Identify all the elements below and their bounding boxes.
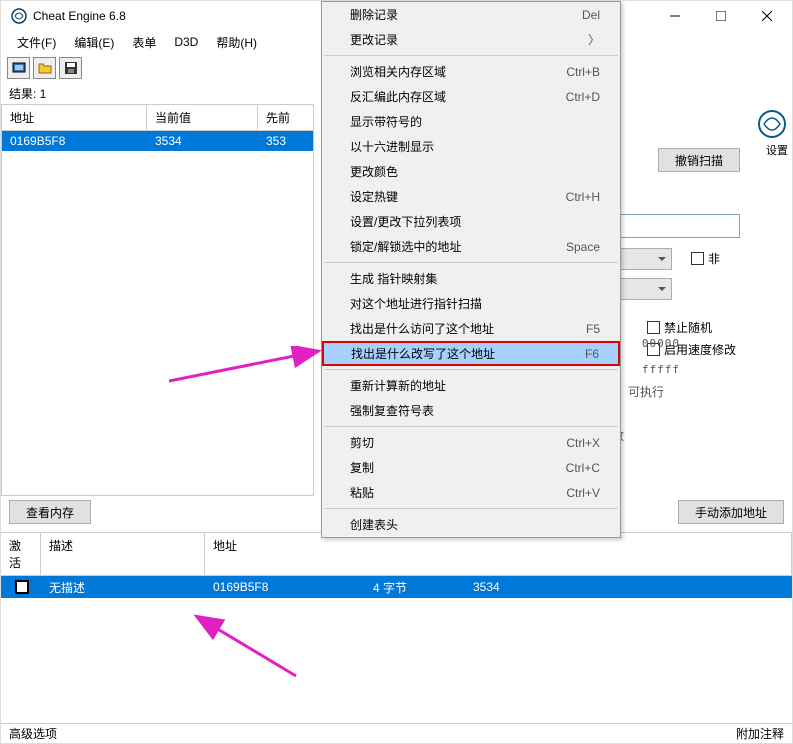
ctx-color[interactable]: 更改颜色 <box>322 159 620 184</box>
save-button[interactable] <box>59 57 82 79</box>
ctx-hotkey[interactable]: 设定热键Ctrl+H <box>322 184 620 209</box>
active-checkbox[interactable] <box>15 580 29 594</box>
value-input[interactable] <box>610 214 740 238</box>
advanced-options[interactable]: 高级选项 <box>9 725 57 742</box>
address-row[interactable]: 无描述 0169B5F8 4 字节 3534 <box>1 576 792 598</box>
ctx-lock[interactable]: 锁定/解锁选中的地址Space <box>322 234 620 259</box>
col-active[interactable]: 激活 <box>1 533 41 575</box>
ctx-change[interactable]: 更改记录 <box>322 27 620 52</box>
open-button[interactable] <box>33 57 56 79</box>
menu-d3d[interactable]: D3D <box>166 33 206 51</box>
not-checkbox[interactable]: 非 <box>691 250 720 267</box>
add-address-button[interactable]: 手动添加地址 <box>678 500 784 524</box>
address-list-header: 激活 描述 地址 <box>1 532 792 576</box>
col-value[interactable]: 当前值 <box>147 105 258 130</box>
undo-scan-button[interactable]: 撤销扫描 <box>658 148 740 172</box>
addr-cell: 0169B5F8 <box>205 580 365 594</box>
menu-table[interactable]: 表单 <box>124 32 164 53</box>
app-title: Cheat Engine 6.8 <box>33 9 126 23</box>
results-body[interactable]: 0169B5F8 3534 353 <box>1 131 314 496</box>
ctx-disasm[interactable]: 反汇编此内存区域Ctrl+D <box>322 84 620 109</box>
ctx-pointermap[interactable]: 生成 指针映射集 <box>322 266 620 291</box>
ctx-symbols[interactable]: 强制复查符号表 <box>322 398 620 423</box>
context-menu: 删除记录Del 更改记录 浏览相关内存区域Ctrl+B 反汇编此内存区域Ctrl… <box>321 1 621 538</box>
maximize-button[interactable] <box>698 1 744 31</box>
select-process-button[interactable] <box>7 57 30 79</box>
ctx-write[interactable]: 找出是什么改写了这个地址F6 <box>322 341 620 366</box>
settings-icon[interactable] <box>756 108 788 140</box>
cell-previous: 353 <box>258 131 313 151</box>
menu-edit[interactable]: 编辑(E) <box>66 32 122 53</box>
close-button[interactable] <box>744 1 790 31</box>
ctx-header[interactable]: 创建表头 <box>322 512 620 537</box>
range-from: 00000 <box>642 337 680 350</box>
settings-label[interactable]: 设置 <box>766 142 788 158</box>
ctx-dropdown[interactable]: 设置/更改下拉列表项 <box>322 209 620 234</box>
results-header: 地址 当前值 先前 <box>1 104 314 131</box>
col-previous[interactable]: 先前 <box>258 105 314 130</box>
attach-notes[interactable]: 附加注释 <box>736 725 784 742</box>
ctx-paste[interactable]: 粘贴Ctrl+V <box>322 480 620 505</box>
statusbar: 高级选项 附加注释 <box>1 723 792 743</box>
desc-cell: 无描述 <box>41 579 205 596</box>
app-icon <box>11 8 27 24</box>
address-list[interactable]: 无描述 0169B5F8 4 字节 3534 <box>1 576 792 734</box>
cell-address: 0169B5F8 <box>2 131 147 151</box>
col-address[interactable]: 地址 <box>2 105 147 130</box>
no-random-checkbox[interactable]: 禁止随机 <box>647 319 712 336</box>
result-row[interactable]: 0169B5F8 3534 353 <box>2 131 313 151</box>
col-desc[interactable]: 描述 <box>41 533 205 575</box>
ctx-copy[interactable]: 复制Ctrl+C <box>322 455 620 480</box>
cell-value: 3534 <box>147 131 258 151</box>
ctx-access[interactable]: 找出是什么访问了这个地址F5 <box>322 316 620 341</box>
value-cell: 3534 <box>465 580 508 594</box>
ctx-hex[interactable]: 以十六进制显示 <box>322 134 620 159</box>
view-memory-button[interactable]: 查看内存 <box>9 500 91 524</box>
col-address2[interactable]: 地址 <box>205 533 792 575</box>
menu-file[interactable]: 文件(F) <box>9 32 64 53</box>
ctx-recalc[interactable]: 重新计算新的地址 <box>322 373 620 398</box>
executable-label: 可执行 <box>628 383 664 400</box>
results-panel: 地址 当前值 先前 0169B5F8 3534 353 <box>1 104 314 496</box>
ctx-cut[interactable]: 剪切Ctrl+X <box>322 430 620 455</box>
ctx-browse[interactable]: 浏览相关内存区域Ctrl+B <box>322 59 620 84</box>
minimize-button[interactable] <box>652 1 698 31</box>
ctx-pointerscan[interactable]: 对这个地址进行指针扫描 <box>322 291 620 316</box>
menu-help[interactable]: 帮助(H) <box>208 32 265 53</box>
type-cell: 4 字节 <box>365 579 465 596</box>
range-to: fffff <box>642 363 680 376</box>
ctx-delete[interactable]: 删除记录Del <box>322 2 620 27</box>
ctx-signed[interactable]: 显示带符号的 <box>322 109 620 134</box>
